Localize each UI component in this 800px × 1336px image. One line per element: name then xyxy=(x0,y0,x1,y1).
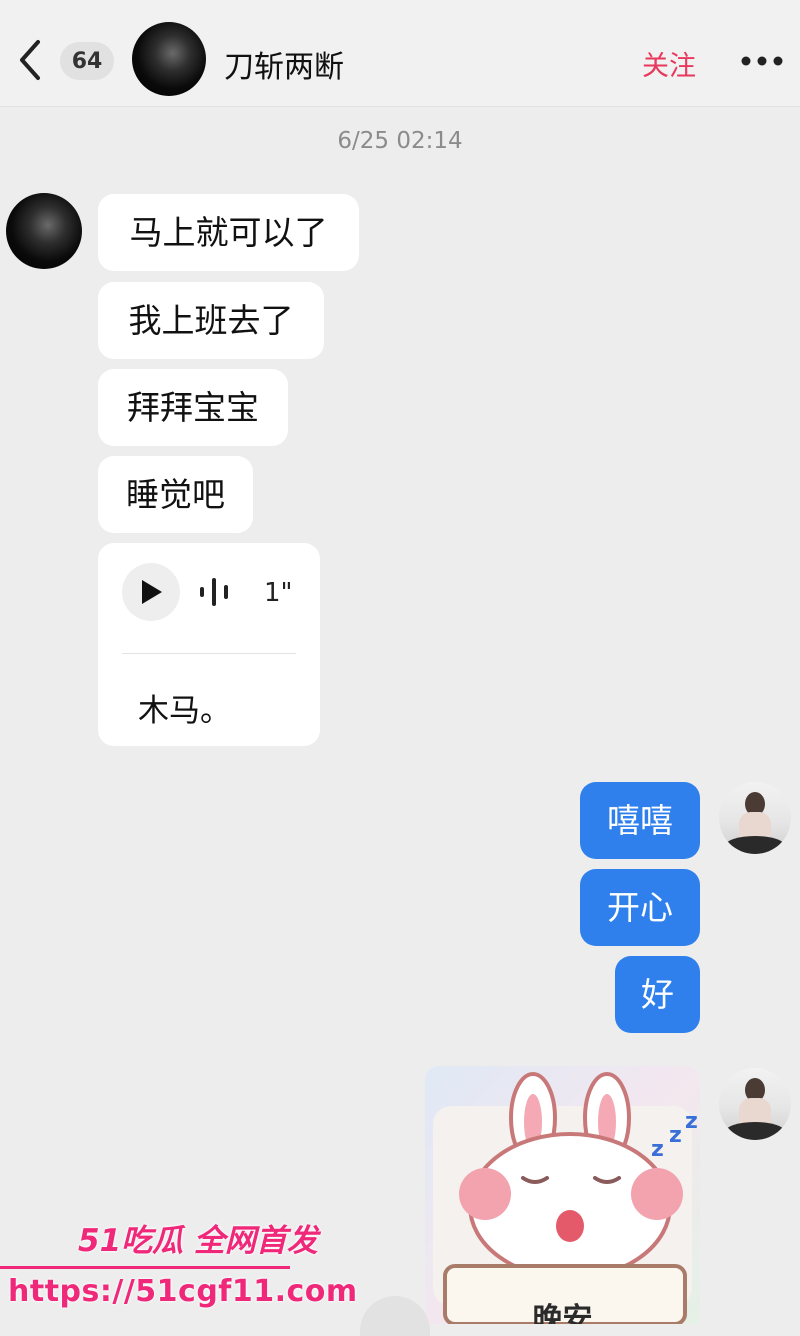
watermark-brand: 51吃瓜 全网首发 xyxy=(78,1223,318,1259)
sticker-caption: 晚安 xyxy=(532,1302,593,1324)
voice-transcript: 木马。 xyxy=(138,693,231,729)
back-icon[interactable] xyxy=(14,38,48,82)
incoming-message-bubble[interactable]: 拜拜宝宝 xyxy=(98,369,288,446)
play-icon xyxy=(142,580,162,604)
play-button[interactable] xyxy=(122,563,180,621)
voice-duration: 1" xyxy=(264,578,293,608)
watermark-divider xyxy=(0,1266,290,1269)
outgoing-message-bubble[interactable]: 开心 xyxy=(580,869,700,946)
sender-avatar[interactable] xyxy=(6,193,82,269)
outgoing-message-bubble[interactable]: 好 xyxy=(615,956,700,1033)
unread-count-badge[interactable]: 64 xyxy=(60,42,114,80)
bunny-illustration: z z z xyxy=(433,1072,698,1324)
svg-text:z: z xyxy=(651,1137,664,1162)
voice-divider xyxy=(122,653,296,654)
incoming-message-bubble[interactable]: 马上就可以了 xyxy=(98,194,359,271)
incoming-message-bubble[interactable]: 睡觉吧 xyxy=(98,456,253,533)
svg-text:z: z xyxy=(685,1109,698,1134)
user-avatar[interactable] xyxy=(719,782,791,854)
chat-header: 64 刀斩两断 关注 xyxy=(0,0,800,107)
contact-avatar[interactable] xyxy=(132,22,206,96)
scroll-indicator[interactable] xyxy=(360,1296,430,1336)
watermark-url: https://51cgf11.com xyxy=(8,1274,358,1309)
incoming-message-bubble[interactable]: 我上班去了 xyxy=(98,282,324,359)
contact-name[interactable]: 刀斩两断 xyxy=(224,42,344,86)
user-avatar[interactable] xyxy=(719,1068,791,1140)
voice-wave-icon xyxy=(200,578,228,606)
message-timestamp: 6/25 02:14 xyxy=(337,128,463,154)
outgoing-message-bubble[interactable]: 嘻嘻 xyxy=(580,782,700,859)
voice-message-card[interactable]: 1" 木马。 xyxy=(98,543,320,746)
more-icon[interactable] xyxy=(740,55,784,67)
follow-button[interactable]: 关注 xyxy=(642,44,696,83)
svg-text:z: z xyxy=(669,1123,682,1148)
sleeping-bunny-sticker[interactable]: z z z 晚安 xyxy=(425,1066,700,1324)
